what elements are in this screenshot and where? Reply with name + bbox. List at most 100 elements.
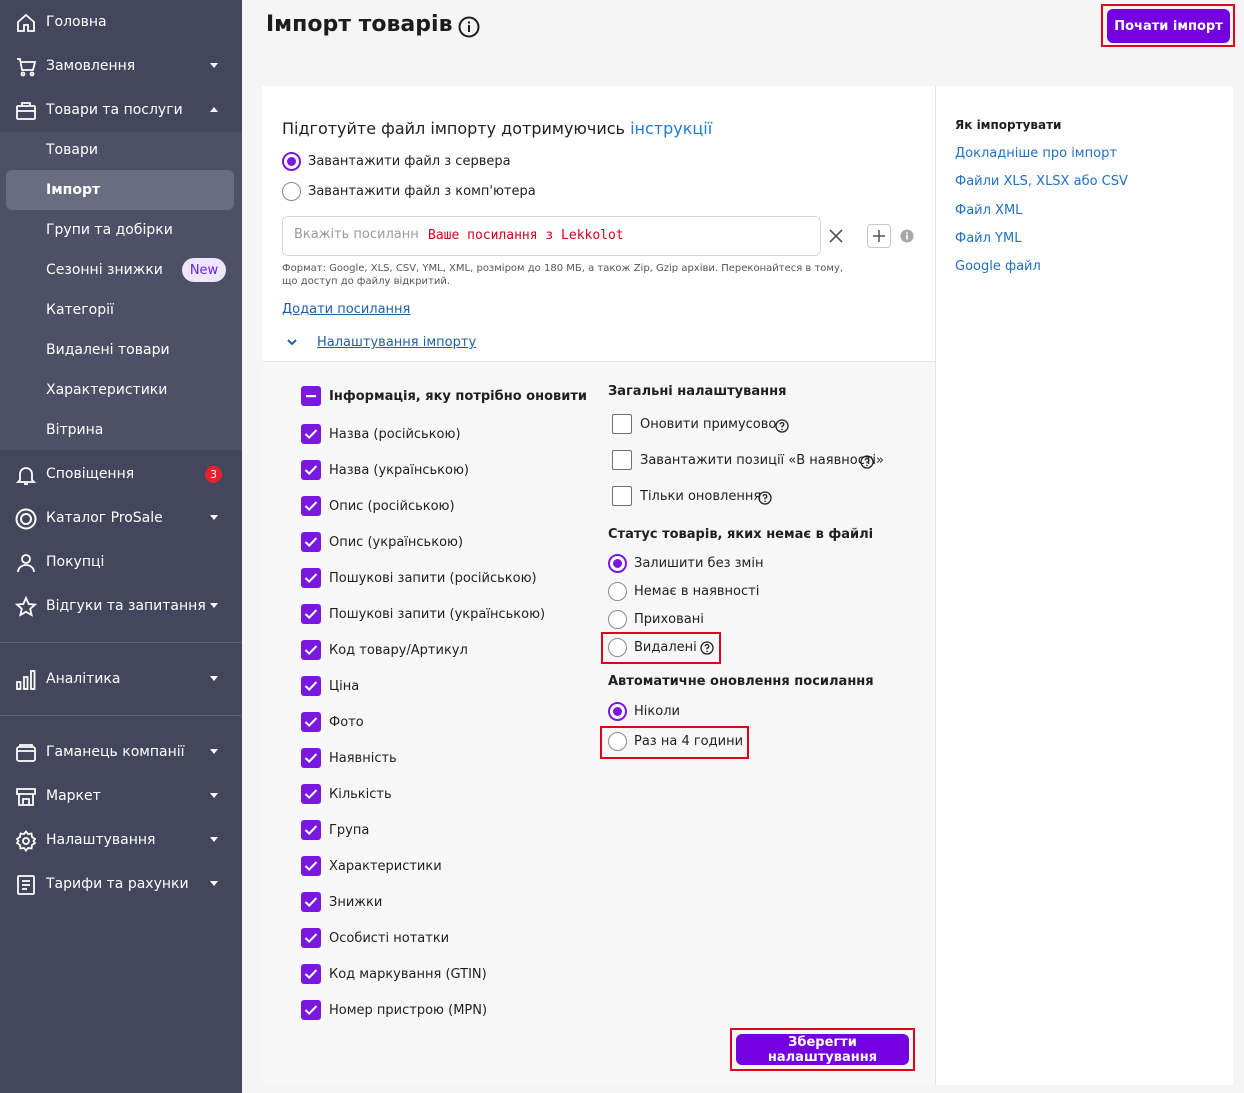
update-info-label: Пошукові запити (українською) [329,607,546,622]
update-info-all-checkbox[interactable] [301,386,321,406]
sub-item-products[interactable]: Товари [6,130,234,170]
update-info-checkbox[interactable] [301,676,321,696]
target-icon [15,508,37,530]
radio-status-out-of-stock-label: Немає в наявності [634,584,760,599]
wallet-icon [16,744,36,762]
radio-status-out-of-stock[interactable] [608,582,627,601]
sidebar-divider [0,715,242,716]
radio-status-deleted[interactable] [608,638,627,657]
update-info-checkbox[interactable] [301,928,321,948]
prepare-file-text: Підготуйте файл імпорту дотримуючись інс… [282,119,713,138]
sub-item-deleted-products[interactable]: Видалені товари [6,330,234,370]
update-info-checkbox[interactable] [301,640,321,660]
sidebar-item-reviews[interactable]: Відгуки та запитання [0,584,242,628]
update-info-checkbox[interactable] [301,604,321,624]
status-title: Статус товарів, яких немає в файлі [608,527,874,542]
help-icon[interactable] [860,455,874,469]
url-input[interactable] [294,227,419,242]
radio-auto-every-4h-label: Раз на 4 години [634,734,744,749]
sub-item-categories[interactable]: Категорії [6,290,234,330]
box-icon [16,102,36,120]
update-info-label: Наявність [329,751,397,766]
sidebar-item-tariffs[interactable]: Тарифи та рахунки [0,862,242,906]
sidebar-item-buyers[interactable]: Покупці [0,540,242,584]
sub-item-import[interactable]: Імпорт [6,170,234,210]
update-info-checkbox[interactable] [301,748,321,768]
format-note: Формат: Google, XLS, CSV, YML, XML, розм… [282,263,844,287]
update-info-checkbox[interactable] [301,496,321,516]
update-info-checkbox[interactable] [301,784,321,804]
update-info-checkbox[interactable] [301,712,321,732]
list-icon [17,875,35,895]
update-info-checkbox[interactable] [301,568,321,588]
sidebar-divider [0,642,242,643]
radio-server-label: Завантажити файл з сервера [308,154,511,169]
sub-item-groups[interactable]: Групи та добірки [6,210,234,250]
chevron-down-icon[interactable] [286,337,298,347]
update-info-label: Знижки [329,895,383,910]
chart-icon [16,670,36,690]
update-info-checkbox[interactable] [301,820,321,840]
start-import-button[interactable]: Почати імпорт [1107,9,1230,43]
update-info-label: Характеристики [329,859,442,874]
update-info-checkbox[interactable] [301,964,321,984]
sidebar: Головна Замовлення Товари та послуги Тов… [0,0,242,1093]
update-info-checkbox[interactable] [301,424,321,444]
update-info-label: Опис (російською) [329,499,455,514]
load-in-stock-checkbox[interactable] [612,450,632,470]
info-icon[interactable] [458,16,480,38]
sidebar-item-prosale-catalog[interactable]: Каталог ProSale [0,496,242,540]
help-link-yml[interactable]: Файл YML [955,231,1021,246]
update-info-checkbox[interactable] [301,1000,321,1020]
sub-item-showcase[interactable]: Вітрина [6,410,234,450]
radio-auto-never[interactable] [608,702,627,721]
help-icon[interactable] [758,491,772,505]
update-info-title: Інформація, яку потрібно оновити [329,389,587,404]
sidebar-item-orders[interactable]: Замовлення [0,44,242,88]
add-link[interactable]: Додати посилання [282,302,410,317]
radio-status-keep-label: Залишити без змін [634,556,764,571]
sidebar-item-wallet[interactable]: Гаманець компанії [0,730,242,774]
help-link-xls[interactable]: Файли XLS, XLSX або CSV [955,174,1128,189]
help-icon[interactable] [775,419,789,433]
chevron-down-icon [210,63,218,68]
only-updates-checkbox[interactable] [612,486,632,506]
help-link-import-details[interactable]: Докладніше про імпорт [955,146,1117,161]
force-update-checkbox[interactable] [612,414,632,434]
sub-item-characteristics[interactable]: Характеристики [6,370,234,410]
page-title: Імпорт товарів [266,12,453,37]
sidebar-item-market[interactable]: Маркет [0,774,242,818]
update-info-checkbox[interactable] [301,892,321,912]
plus-icon [873,230,885,242]
sidebar-item-settings[interactable]: Налаштування [0,818,242,862]
update-info-checkbox[interactable] [301,460,321,480]
add-link-plus-button[interactable] [867,224,891,248]
close-icon[interactable] [828,228,844,244]
update-info-label: Код маркування (GTIN) [329,967,487,982]
help-link-xml[interactable]: Файл XML [955,203,1022,218]
radio-auto-every-4h[interactable] [608,732,627,751]
radio-computer-label: Завантажити файл з комп'ютера [308,184,536,199]
update-info-checkbox[interactable] [301,532,321,552]
update-info-checkbox[interactable] [301,856,321,876]
home-icon [17,13,35,32]
info-icon[interactable] [900,229,914,243]
help-link-google[interactable]: Google файл [955,259,1041,274]
update-info-label: Група [329,823,370,838]
chevron-down-icon [210,603,218,608]
save-settings-button[interactable]: Зберегти налаштування [736,1034,909,1065]
bell-icon [15,467,37,485]
load-in-stock-label: Завантажити позиції «В наявності» [640,453,884,468]
radio-status-hidden[interactable] [608,610,627,629]
import-settings-toggle[interactable]: Налаштування імпорту [317,335,476,350]
sidebar-item-home[interactable]: Головна [0,0,242,44]
help-icon[interactable] [700,641,714,655]
update-info-label: Фото [329,715,364,730]
radio-server[interactable] [282,152,301,171]
radio-computer[interactable] [282,182,301,201]
update-info-label: Назва (російською) [329,427,461,442]
instructions-link[interactable]: інструкції [630,119,712,138]
radio-status-keep[interactable] [608,554,627,573]
sidebar-item-analytics[interactable]: Аналітика [0,657,242,701]
sidebar-item-products[interactable]: Товари та послуги [0,88,242,132]
